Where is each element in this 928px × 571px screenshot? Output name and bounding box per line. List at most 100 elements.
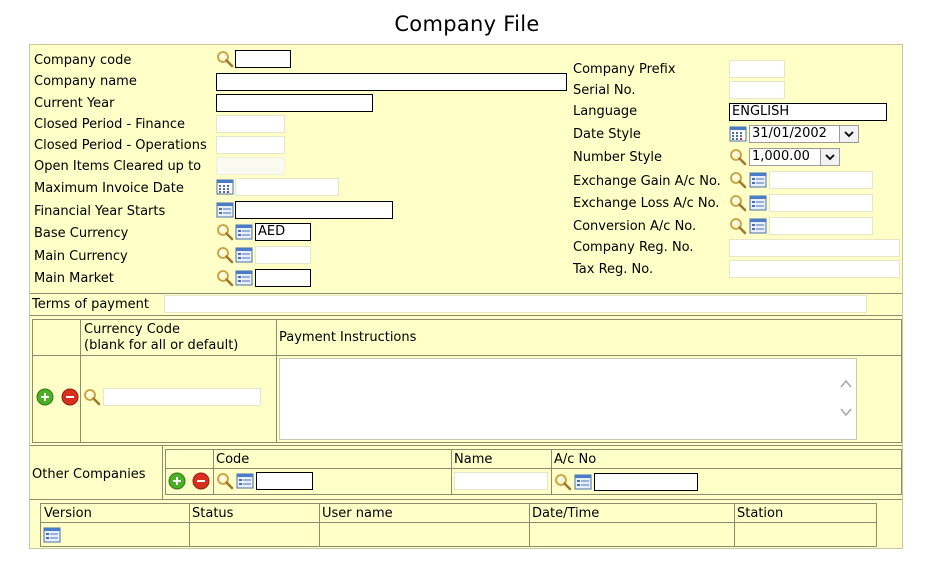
main-market-label: Main Market	[34, 271, 114, 286]
closed-period-operations-input[interactable]	[216, 136, 285, 154]
other-company-acno-input[interactable]	[594, 473, 698, 491]
status-column-header: Status	[192, 506, 234, 521]
magnifier-icon[interactable]	[729, 148, 747, 166]
closed-period-finance-input[interactable]	[216, 115, 285, 133]
divider	[40, 522, 877, 523]
tax-reg-input[interactable]	[729, 260, 900, 278]
serial-no-label: Serial No.	[573, 83, 636, 98]
magnifier-icon[interactable]	[216, 223, 234, 241]
main-currency-input[interactable]	[255, 246, 311, 264]
remove-icon[interactable]	[192, 472, 210, 490]
chevron-down-icon[interactable]	[839, 126, 858, 142]
payment-instructions-textarea[interactable]	[279, 358, 857, 440]
list-icon[interactable]	[235, 269, 253, 287]
financial-year-starts-input[interactable]	[235, 201, 393, 219]
terms-label: Terms of payment	[32, 297, 149, 312]
divider	[276, 319, 277, 443]
list-icon[interactable]	[43, 526, 61, 544]
calendar-icon[interactable]	[216, 178, 234, 196]
max-invoice-date-input[interactable]	[235, 178, 339, 196]
divider	[529, 503, 530, 547]
closed-period-operations-label: Closed Period - Operations	[34, 138, 207, 153]
exchange-gain-label: Exchange Gain A/c No.	[573, 174, 721, 189]
currency-code-input[interactable]	[103, 388, 261, 406]
magnifier-icon[interactable]	[729, 171, 747, 189]
divider	[32, 355, 902, 356]
magnifier-icon[interactable]	[216, 269, 234, 287]
add-icon[interactable]	[168, 472, 186, 490]
divider	[80, 319, 81, 443]
other-company-code-input[interactable]	[256, 472, 313, 490]
user-name-column-header: User name	[322, 506, 393, 521]
divider	[30, 315, 902, 316]
acno-column-header: A/c No	[554, 452, 597, 467]
main-market-input[interactable]	[255, 269, 311, 287]
version-column-header: Version	[44, 506, 92, 521]
datetime-column-header: Date/Time	[532, 506, 600, 521]
conversion-label: Conversion A/c No.	[573, 219, 697, 234]
magnifier-icon[interactable]	[83, 388, 101, 406]
date-style-select[interactable]: 31/01/2002	[749, 125, 859, 143]
date-style-value: 31/01/2002	[752, 126, 827, 141]
list-icon[interactable]	[749, 194, 767, 212]
tax-reg-label: Tax Reg. No.	[573, 262, 654, 277]
exchange-gain-input[interactable]	[769, 171, 873, 189]
code-column-header: Code	[216, 452, 250, 467]
list-icon[interactable]	[574, 473, 592, 491]
open-items-cleared-input[interactable]	[216, 157, 285, 175]
list-icon[interactable]	[235, 223, 253, 241]
magnifier-icon[interactable]	[729, 217, 747, 235]
main-currency-label: Main Currency	[34, 249, 128, 264]
company-prefix-label: Company Prefix	[573, 62, 676, 77]
calendar-icon[interactable]	[729, 125, 747, 143]
number-style-value: 1,000.00	[752, 149, 810, 164]
other-company-name-input[interactable]	[454, 472, 548, 490]
currency-code-header-line2: (blank for all or default)	[84, 338, 239, 353]
magnifier-icon[interactable]	[216, 50, 234, 68]
currency-code-header: Currency Code (blank for all or default)	[84, 322, 238, 354]
divider	[319, 503, 320, 547]
language-input[interactable]: ENGLISH	[729, 103, 887, 121]
station-column-header: Station	[737, 506, 784, 521]
magnifier-icon[interactable]	[729, 194, 747, 212]
list-icon[interactable]	[236, 472, 254, 490]
current-year-input[interactable]	[216, 94, 373, 112]
divider	[162, 445, 163, 499]
chevron-down-icon[interactable]	[820, 149, 839, 165]
remove-icon[interactable]	[61, 388, 79, 406]
chevron-up-icon[interactable]	[838, 377, 854, 391]
number-style-select[interactable]: 1,000.00	[749, 148, 840, 166]
base-currency-label: Base Currency	[34, 226, 129, 241]
list-icon[interactable]	[749, 217, 767, 235]
magnifier-icon[interactable]	[216, 472, 234, 490]
company-name-input[interactable]	[216, 73, 567, 91]
list-icon[interactable]	[216, 201, 234, 219]
name-column-header: Name	[454, 452, 493, 467]
divider	[451, 449, 452, 495]
chevron-down-icon[interactable]	[838, 405, 854, 419]
list-icon[interactable]	[235, 246, 253, 264]
conversion-input[interactable]	[769, 217, 873, 235]
divider	[213, 449, 214, 495]
divider	[734, 503, 735, 547]
number-style-label: Number Style	[573, 150, 663, 165]
list-icon[interactable]	[749, 171, 767, 189]
exchange-loss-label: Exchange Loss A/c No.	[573, 196, 720, 211]
base-currency-input[interactable]: AED	[255, 223, 311, 241]
divider	[551, 449, 552, 495]
financial-year-starts-label: Financial Year Starts	[34, 204, 166, 219]
company-name-label: Company name	[34, 74, 137, 89]
magnifier-icon[interactable]	[216, 246, 234, 264]
exchange-loss-input[interactable]	[769, 194, 873, 212]
company-code-input[interactable]	[235, 50, 291, 68]
add-icon[interactable]	[36, 388, 54, 406]
closed-period-finance-label: Closed Period - Finance	[34, 117, 186, 132]
max-invoice-date-label: Maximum Invoice Date	[34, 181, 184, 196]
terms-input[interactable]	[164, 295, 867, 313]
magnifier-icon[interactable]	[554, 473, 572, 491]
serial-no-input[interactable]	[729, 81, 785, 99]
company-reg-input[interactable]	[729, 239, 900, 257]
company-form-panel: Company code Company name Current Year C…	[29, 44, 903, 549]
divider	[189, 503, 190, 547]
company-prefix-input[interactable]	[729, 60, 785, 78]
